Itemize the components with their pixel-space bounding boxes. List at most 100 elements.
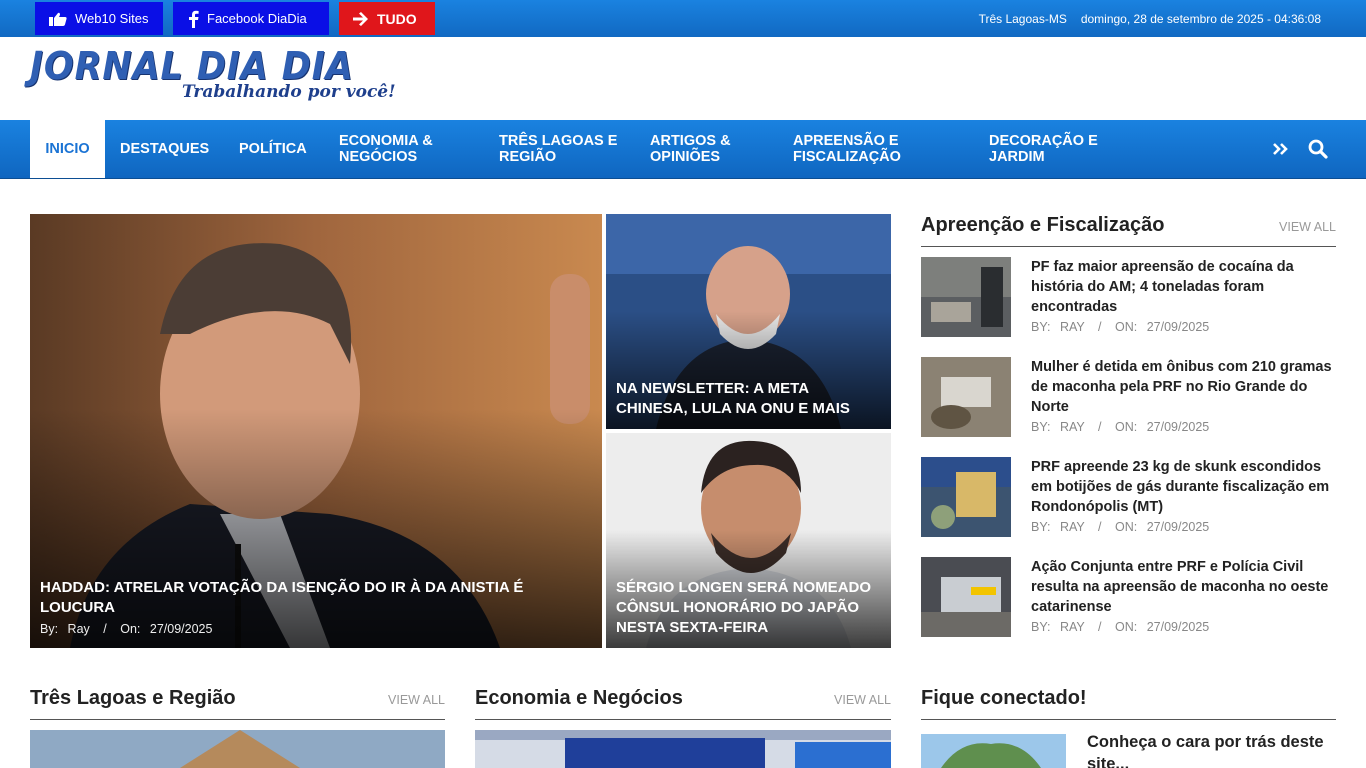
section-header-fique-conectado: Fique conectado! [921, 687, 1336, 720]
meta-separator: / [1098, 620, 1102, 634]
sidebar-article-meta: BY: RAY / ON: 27/09/2025 [1031, 620, 1209, 634]
on-label: ON: [1114, 320, 1138, 334]
nav-item-economia[interactable]: ECONOMIA & NEGÓCIOS [339, 120, 459, 178]
featured-main-title[interactable]: HADDAD: ATRELAR VOTAÇÃO DA ISENÇÃO DO IR… [40, 578, 592, 618]
sidebar-article-title[interactable]: PRF apreende 23 kg de skunk escondidos e… [1031, 457, 1336, 517]
nav-item-destaques[interactable]: DESTAQUES [120, 120, 225, 178]
featured-main-article[interactable]: HADDAD: ATRELAR VOTAÇÃO DA ISENÇÃO DO IR… [30, 214, 602, 648]
tres-lagoas-article-image[interactable] [30, 730, 445, 768]
by-label: BY: [1031, 320, 1051, 334]
by-label: By: [40, 622, 59, 636]
author-name[interactable]: RAY [1060, 620, 1085, 634]
sidebar-view-all-link[interactable]: VIEW ALL [1279, 220, 1336, 234]
web10-sites-button[interactable]: Web10 Sites [35, 2, 163, 35]
sidebar-article-title[interactable]: Ação Conjunta entre PRF e Polícia Civil … [1031, 557, 1336, 617]
section-title[interactable]: Economia e Negócios [475, 687, 683, 710]
sidebar-article-2[interactable]: Mulher é detida em ônibus com 210 gramas… [921, 357, 1336, 437]
section-title[interactable]: Três Lagoas e Região [30, 687, 236, 710]
location-date: Três Lagoas-MS domingo, 28 de setembro d… [979, 0, 1321, 37]
meta-separator: / [103, 622, 107, 636]
on-label: ON: [1114, 620, 1138, 634]
nav-label: ECONOMIA & NEGÓCIOS [339, 133, 433, 165]
thumbs-up-icon [49, 12, 67, 26]
section-header-economia: Economia e Negócios VIEW ALL [475, 687, 891, 720]
nav-item-inicio[interactable]: INICIO [30, 120, 105, 178]
sidebar-article-thumb [921, 457, 1011, 537]
section-title: Fique conectado! [921, 687, 1087, 709]
sidebar-article-title[interactable]: Mulher é detida em ônibus com 210 gramas… [1031, 357, 1336, 417]
main-nav: INICIO DESTAQUES POLÍTICA ECONOMIA & NEG… [0, 120, 1366, 179]
sidebar-article-thumb [921, 557, 1011, 637]
facebook-diadia-label: Facebook DiaDia [207, 11, 307, 26]
facebook-icon [189, 10, 199, 28]
post-date: 27/09/2025 [1146, 520, 1210, 534]
on-label: ON: [1114, 420, 1138, 434]
section-view-all-link[interactable]: VIEW ALL [388, 693, 445, 707]
facebook-diadia-button[interactable]: Facebook DiaDia [173, 2, 329, 35]
meta-separator: / [1098, 520, 1102, 534]
sidebar-article-thumb [921, 357, 1011, 437]
featured-top-right-title[interactable]: NA NEWSLETTER: A META CHINESA, LULA NA O… [616, 379, 881, 419]
tudo-label: TUDO [377, 10, 417, 27]
by-label: BY: [1031, 420, 1051, 434]
sidebar-article-meta: BY: RAY / ON: 27/09/2025 [1031, 420, 1209, 434]
logo-tagline: Trabalhando por você! [182, 82, 396, 102]
nav-item-politica[interactable]: POLÍTICA [239, 120, 329, 178]
tudo-button[interactable]: TUDO [339, 2, 435, 35]
section-view-all-link[interactable]: VIEW ALL [834, 693, 891, 707]
sidebar-title[interactable]: Apreenção e Fiscalização [921, 214, 1164, 237]
nav-item-apreensao[interactable]: APREENSÃO E FISCALIZAÇÃO [793, 120, 923, 178]
nav-label: POLÍTICA [239, 141, 307, 157]
sidebar-article-thumb [921, 257, 1011, 337]
web10-sites-label: Web10 Sites [75, 11, 149, 26]
economia-article-image[interactable] [475, 730, 891, 768]
by-label: BY: [1031, 520, 1051, 534]
nav-item-tres-lagoas[interactable]: TRÊS LAGOAS E REGIÃO [499, 120, 629, 178]
sidebar-article-3[interactable]: PRF apreende 23 kg de skunk escondidos e… [921, 457, 1336, 537]
author-name[interactable]: Ray [68, 622, 90, 636]
sidebar-article-4[interactable]: Ação Conjunta entre PRF e Polícia Civil … [921, 557, 1336, 637]
featured-bottom-right-title[interactable]: SÉRGIO LONGEN SERÁ NOMEADO CÔNSUL HONORÁ… [616, 578, 881, 638]
fique-article-image[interactable] [921, 734, 1066, 768]
on-label: On: [120, 622, 141, 636]
meta-separator: / [1098, 420, 1102, 434]
nav-item-decoracao[interactable]: DECORAÇÃO E JARDIM [989, 120, 1114, 178]
fique-image [921, 734, 1066, 768]
datetime-text: domingo, 28 de setembro de 2025 - 04:36:… [1080, 11, 1321, 26]
location-text: Três Lagoas-MS [978, 11, 1067, 26]
sidebar-article-meta: BY: RAY / ON: 27/09/2025 [1031, 320, 1209, 334]
section-header-tres-lagoas: Três Lagoas e Região VIEW ALL [30, 687, 445, 720]
economia-image [475, 730, 891, 768]
nav-label: DESTAQUES [120, 141, 210, 157]
nav-label: TRÊS LAGOAS E REGIÃO [499, 133, 618, 165]
arrow-right-icon [353, 11, 368, 26]
on-label: ON: [1114, 520, 1138, 534]
author-name[interactable]: RAY [1060, 420, 1085, 434]
nav-label: DECORAÇÃO E JARDIM [989, 133, 1098, 165]
nav-label: INICIO [45, 141, 90, 157]
sidebar-article-meta: BY: RAY / ON: 27/09/2025 [1031, 520, 1209, 534]
sidebar-header: Apreenção e Fiscalização VIEW ALL [921, 214, 1336, 247]
post-date: 27/09/2025 [149, 622, 213, 636]
sidebar-article-1[interactable]: PF faz maior apreensão de cocaína da his… [921, 257, 1336, 337]
by-label: BY: [1031, 620, 1051, 634]
sidebar-article-title[interactable]: PF faz maior apreensão de cocaína da his… [1031, 257, 1336, 317]
author-name[interactable]: RAY [1060, 520, 1085, 534]
fique-article-title[interactable]: Conheça o cara por trás deste site... [1087, 731, 1336, 768]
post-date: 27/09/2025 [1146, 620, 1210, 634]
nav-label: ARTIGOS & OPINIÕES [650, 133, 731, 165]
nav-item-artigos[interactable]: ARTIGOS & OPINIÕES [650, 120, 760, 178]
featured-top-right-article[interactable]: NA NEWSLETTER: A META CHINESA, LULA NA O… [606, 214, 891, 429]
post-date: 27/09/2025 [1146, 320, 1210, 334]
meta-separator: / [1098, 320, 1102, 334]
double-chevron-right-icon[interactable] [1270, 138, 1292, 160]
site-logo[interactable]: JORNAL DIA DIA Trabalhando por você! [30, 44, 396, 112]
nav-label: APREENSÃO E FISCALIZAÇÃO [793, 133, 901, 165]
post-date: 27/09/2025 [1146, 420, 1210, 434]
tres-lagoas-image [30, 730, 445, 768]
top-bar: Web10 Sites Facebook DiaDia TUDO Três La… [0, 0, 1366, 37]
featured-bottom-right-article[interactable]: SÉRGIO LONGEN SERÁ NOMEADO CÔNSUL HONORÁ… [606, 433, 891, 648]
author-name[interactable]: RAY [1060, 320, 1085, 334]
search-icon[interactable] [1307, 138, 1329, 160]
featured-main-meta: By: Ray / On: 27/09/2025 [40, 622, 212, 636]
